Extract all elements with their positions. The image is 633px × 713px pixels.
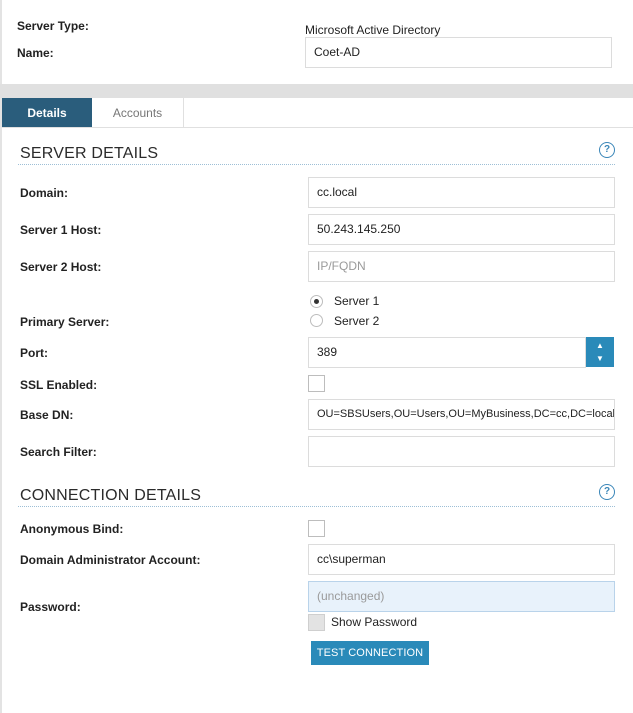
domain-label: Domain: xyxy=(20,186,68,200)
server2-host-label: Server 2 Host: xyxy=(20,260,102,274)
primary-server2-radio[interactable] xyxy=(310,314,323,327)
ssl-enabled-label: SSL Enabled: xyxy=(20,378,98,392)
primary-server1-label: Server 1 xyxy=(334,294,380,308)
server-type-value: Microsoft Active Directory xyxy=(305,23,441,37)
port-stepper[interactable]: ▲ ▼ xyxy=(586,337,614,367)
base-dn-label: Base DN: xyxy=(20,408,74,422)
port-input[interactable]: 389 xyxy=(308,337,586,368)
anonymous-bind-checkbox[interactable] xyxy=(308,520,325,537)
help-icon[interactable]: ? xyxy=(599,484,615,500)
password-label: Password: xyxy=(20,600,81,614)
ssl-enabled-checkbox[interactable] xyxy=(308,375,325,392)
domain-input[interactable]: cc.local xyxy=(308,177,615,208)
server-details-heading: SERVER DETAILS xyxy=(20,145,159,162)
search-filter-label: Search Filter: xyxy=(20,445,97,459)
server1-host-label: Server 1 Host: xyxy=(20,223,102,237)
domain-admin-input[interactable]: cc\superman xyxy=(308,544,615,575)
password-input[interactable]: (unchanged) xyxy=(308,581,615,612)
test-connection-button[interactable]: TEST CONNECTION xyxy=(311,641,429,665)
anonymous-bind-label: Anonymous Bind: xyxy=(20,522,124,536)
name-input[interactable]: Coet-AD xyxy=(305,37,612,68)
help-icon[interactable]: ? xyxy=(599,142,615,158)
server1-host-input[interactable]: 50.243.145.250 xyxy=(308,214,615,245)
search-filter-input[interactable] xyxy=(308,436,615,467)
show-password-checkbox[interactable] xyxy=(308,614,325,631)
show-password-label: Show Password xyxy=(331,615,418,629)
primary-server-label: Primary Server: xyxy=(20,315,110,329)
tab-underline xyxy=(2,127,633,128)
primary-server1-radio[interactable] xyxy=(310,295,323,308)
domain-admin-label: Domain Administrator Account: xyxy=(20,553,201,567)
name-label: Name: xyxy=(17,46,54,60)
connection-details-divider xyxy=(18,506,615,507)
server-details-divider xyxy=(18,164,615,165)
base-dn-input[interactable]: OU=SBSUsers,OU=Users,OU=MyBusiness,DC=cc… xyxy=(308,399,615,430)
port-label: Port: xyxy=(20,346,48,360)
tab-accounts[interactable]: Accounts xyxy=(92,98,184,128)
chevron-down-icon[interactable]: ▼ xyxy=(586,355,614,363)
primary-server2-label: Server 2 xyxy=(334,314,380,328)
header-separator-band xyxy=(0,84,633,98)
connection-details-heading: CONNECTION DETAILS xyxy=(20,487,202,504)
server-type-label: Server Type: xyxy=(17,19,89,33)
chevron-up-icon[interactable]: ▲ xyxy=(586,342,614,350)
server2-host-input[interactable]: IP/FQDN xyxy=(308,251,615,282)
tab-details[interactable]: Details xyxy=(2,98,92,128)
